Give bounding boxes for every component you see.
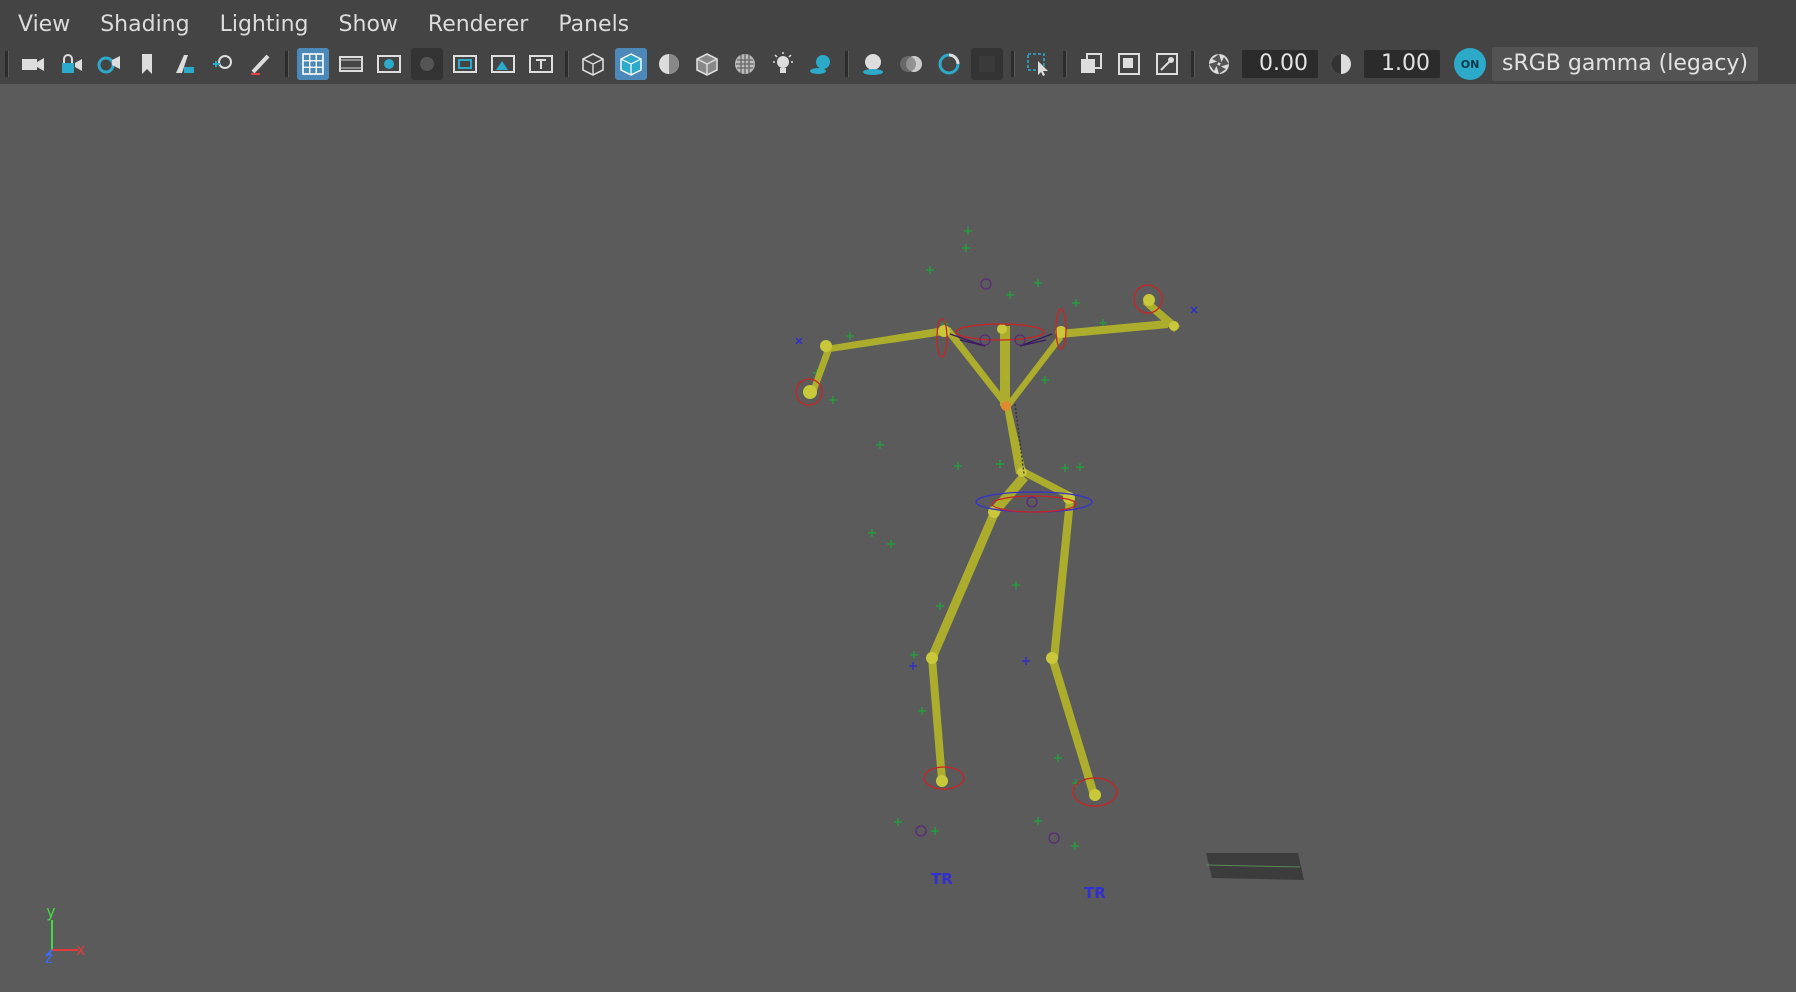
smooth-shade-icon[interactable] — [615, 48, 647, 80]
2d-pan-zoom-icon[interactable] — [207, 48, 239, 80]
toolbar-separator — [1063, 51, 1067, 77]
lock-camera-icon[interactable] — [55, 48, 87, 80]
left-foot-label: TR — [931, 870, 953, 888]
wireframe-icon[interactable] — [577, 48, 609, 80]
wireframe-on-shaded-icon[interactable] — [691, 48, 723, 80]
xray-joints-icon[interactable] — [1151, 48, 1183, 80]
safe-title-icon[interactable] — [525, 48, 557, 80]
view-axis-gizmo: y x z — [30, 900, 100, 970]
menu-view[interactable]: View — [0, 0, 85, 50]
camera-attributes-icon[interactable] — [93, 48, 125, 80]
gamma-icon[interactable] — [1325, 48, 1357, 80]
field-chart-icon[interactable] — [449, 48, 481, 80]
shadows-icon[interactable] — [805, 48, 837, 80]
menu-renderer[interactable]: Renderer — [413, 0, 543, 50]
panel-toolbar: 0.00 1.00 ON sRGB gamma (legacy) — [0, 44, 1796, 84]
textured-icon[interactable] — [729, 48, 761, 80]
menu-panels[interactable]: Panels — [543, 0, 644, 50]
ground-shadow — [1205, 853, 1304, 880]
toolbar-separator — [565, 51, 569, 77]
menu-lighting[interactable]: Lighting — [205, 0, 324, 50]
bone-shapes — [810, 298, 1180, 796]
gamma-field[interactable]: 1.00 — [1364, 50, 1440, 78]
foot-labels: TR TR — [931, 870, 1106, 902]
axis-x-label: x — [76, 940, 86, 959]
toolbar-separator — [5, 51, 9, 77]
grease-pencil-icon[interactable] — [245, 48, 277, 80]
grid-icon[interactable] — [297, 48, 329, 80]
axis-y-label: y — [46, 902, 56, 921]
toolbar-separator — [285, 51, 289, 77]
safe-action-icon[interactable] — [487, 48, 519, 80]
xray-active-components-icon[interactable] — [1113, 48, 1145, 80]
exposure-field[interactable]: 0.00 — [1242, 50, 1318, 78]
use-all-lights-icon[interactable] — [767, 48, 799, 80]
xray-icon[interactable] — [1075, 48, 1107, 80]
right-foot-label: TR — [1084, 884, 1106, 902]
view-transform-dropdown[interactable]: sRGB gamma (legacy) — [1492, 47, 1759, 81]
gate-mask-icon[interactable] — [411, 48, 443, 80]
controls — [795, 278, 1163, 844]
menu-show[interactable]: Show — [324, 0, 413, 50]
joints — [803, 294, 1179, 801]
toolbar-separator — [1191, 51, 1195, 77]
depth-of-field-icon[interactable] — [971, 48, 1003, 80]
screen-space-ao-icon[interactable] — [857, 48, 889, 80]
toolbar-separator — [1011, 51, 1015, 77]
skeleton-rig: TR TR — [795, 227, 1304, 902]
resolution-gate-icon[interactable] — [373, 48, 405, 80]
default-material-icon[interactable] — [653, 48, 685, 80]
anti-aliasing-icon[interactable] — [933, 48, 965, 80]
color-management-icon[interactable]: ON — [1454, 48, 1486, 80]
camera-icon[interactable] — [17, 48, 49, 80]
motion-blur-icon[interactable] — [895, 48, 927, 80]
menu-shading[interactable]: Shading — [85, 0, 204, 50]
axis-z-label: z — [44, 948, 54, 967]
menu-bar: View Shading Lighting Show Renderer Pane… — [0, 0, 1796, 50]
locator-markers — [795, 227, 1198, 850]
isolate-select-icon[interactable] — [1023, 48, 1055, 80]
3d-viewport[interactable]: TR TR y x z — [0, 84, 1796, 992]
toolbar-separator — [845, 51, 849, 77]
film-gate-icon[interactable] — [335, 48, 367, 80]
bookmark-icon[interactable] — [131, 48, 163, 80]
exposure-icon[interactable] — [1203, 48, 1235, 80]
image-plane-icon[interactable] — [169, 48, 201, 80]
